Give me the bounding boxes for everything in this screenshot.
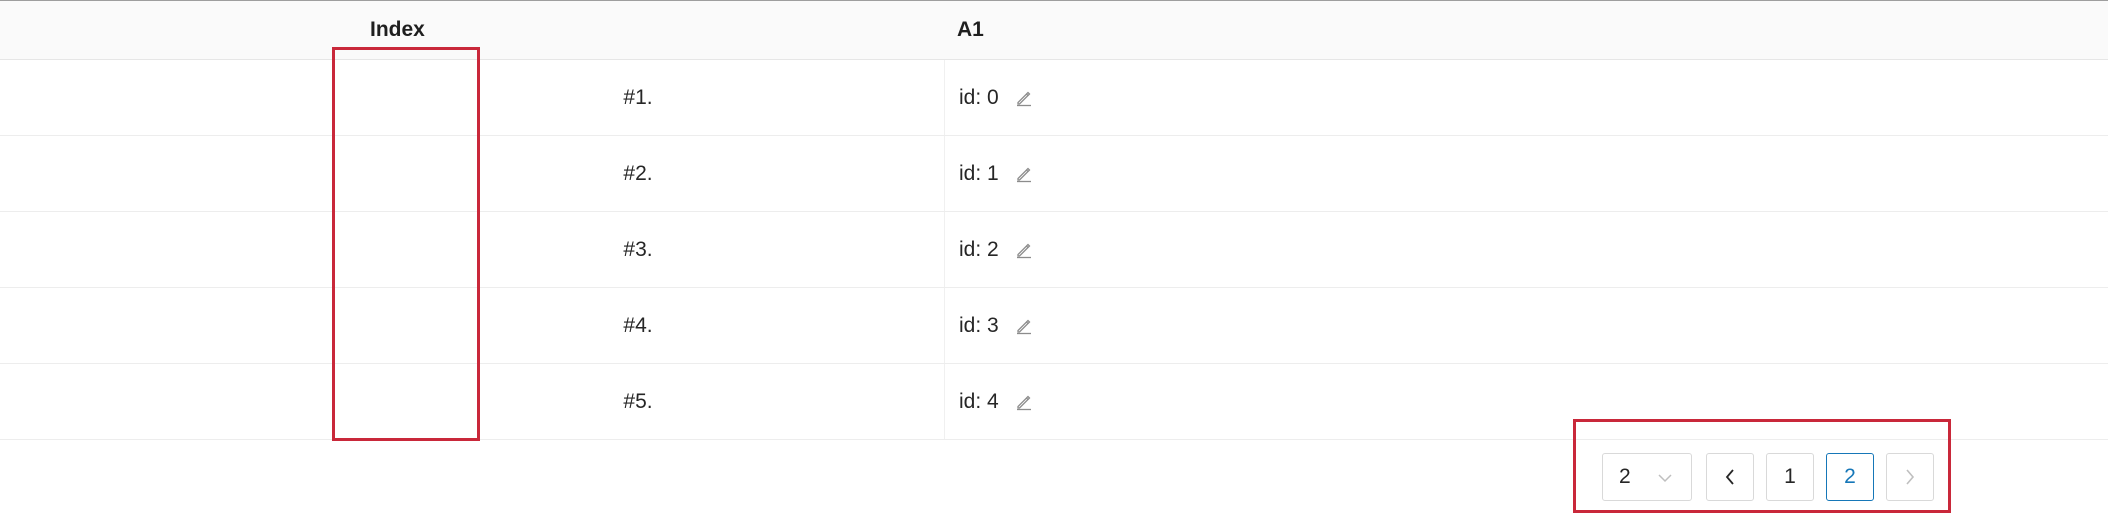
a1-cell: id: 4 xyxy=(944,364,2108,439)
table-row: #5. id: 4 xyxy=(0,364,2108,440)
page-size-value: 2 xyxy=(1619,465,1631,488)
edit-icon[interactable] xyxy=(1015,88,1035,108)
chevron-down-icon xyxy=(1657,465,1673,489)
pagination: 2 1 2 xyxy=(1602,453,1946,501)
edit-icon[interactable] xyxy=(1015,316,1035,336)
column-header-index[interactable]: Index xyxy=(370,1,670,59)
a1-cell: id: 1 xyxy=(944,136,2108,211)
edit-icon[interactable] xyxy=(1015,164,1035,184)
table-row: #1. id: 0 xyxy=(0,60,2108,136)
data-table: Index A1 #1. id: 0 #2. id: 1 #3. id: 2 #… xyxy=(0,1,2108,440)
a1-value: id: 4 xyxy=(959,389,999,413)
table-header-row: Index A1 xyxy=(0,1,2108,60)
edit-icon[interactable] xyxy=(1015,392,1035,412)
chevron-right-icon xyxy=(1906,469,1915,485)
index-cell: #4. xyxy=(623,313,653,337)
edit-icon[interactable] xyxy=(1015,240,1035,260)
a1-cell: id: 2 xyxy=(944,212,2108,287)
prev-page-button[interactable] xyxy=(1706,453,1754,501)
a1-value: id: 0 xyxy=(959,85,999,109)
page-button-2[interactable]: 2 xyxy=(1826,453,1874,501)
index-cell: #1. xyxy=(623,85,653,109)
column-header-a1[interactable]: A1 xyxy=(944,1,2108,59)
a1-value: id: 3 xyxy=(959,313,999,337)
page-button-1[interactable]: 1 xyxy=(1766,453,1814,501)
chevron-left-icon xyxy=(1725,469,1734,485)
a1-cell: id: 3 xyxy=(944,288,2108,363)
a1-cell: id: 0 xyxy=(944,60,2108,135)
next-page-button[interactable] xyxy=(1886,453,1934,501)
index-cell: #2. xyxy=(623,161,653,185)
a1-value: id: 1 xyxy=(959,161,999,185)
index-cell: #5. xyxy=(623,389,653,413)
table-row: #4. id: 3 xyxy=(0,288,2108,364)
table-row: #2. id: 1 xyxy=(0,136,2108,212)
index-cell: #3. xyxy=(623,237,653,261)
table-row: #3. id: 2 xyxy=(0,212,2108,288)
a1-value: id: 2 xyxy=(959,237,999,261)
page-size-select[interactable]: 2 xyxy=(1602,453,1692,501)
